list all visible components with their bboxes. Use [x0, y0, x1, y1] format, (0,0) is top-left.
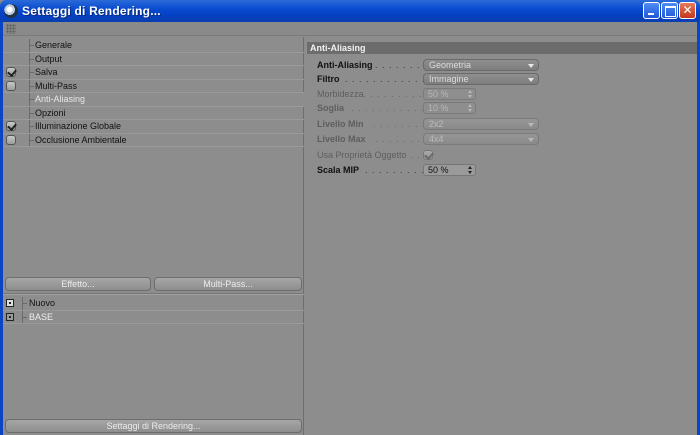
tree-connector [29, 126, 34, 127]
tree-connector [29, 99, 34, 100]
setting-icon[interactable] [6, 312, 14, 321]
dropdown-value: Immagine [429, 74, 469, 84]
nav-item-output[interactable]: Output [3, 52, 304, 66]
panel-divider[interactable] [3, 293, 304, 295]
livello-min-dropdown[interactable]: 2x2 [423, 118, 539, 130]
window-title: Settaggi di Rendering... [22, 4, 161, 18]
render-settings-nav: Generale Output Salva Multi-Pass Anti-Al… [3, 39, 304, 147]
field-value: 10 % [428, 103, 449, 113]
nav-item-anti-aliasing[interactable]: Anti-Aliasing [3, 93, 304, 107]
nav-item-multi-pass[interactable]: Multi-Pass [3, 79, 304, 93]
chevron-down-icon [528, 138, 534, 142]
settings-item-label: Nuovo [29, 298, 56, 308]
settings-item-nuovo[interactable]: Nuovo [3, 297, 304, 311]
prop-morbidezza: Morbidezza . . . . . . . . . . . . 50 % [317, 88, 697, 101]
prop-livello-min: Livello Min . . . . . . . . . . 2x2 [317, 118, 697, 131]
chevron-down-icon [528, 123, 534, 127]
spinner-arrows-icon[interactable] [468, 104, 473, 113]
nav-item-salva[interactable]: Salva [3, 66, 304, 80]
nav-item-label: Generale [35, 40, 73, 50]
usa-proprieta-oggetto-checkbox[interactable] [423, 150, 433, 160]
prop-label: Morbidezza [317, 89, 364, 99]
occlusione-ambientale-checkbox[interactable] [6, 134, 16, 145]
title-bar: Settaggi di Rendering... ✕ [0, 0, 700, 22]
nav-item-occlusione-ambientale[interactable]: Occlusione Ambientale [3, 133, 304, 147]
prop-usa-proprieta-oggetto: Usa Proprietà Oggetto . . . [317, 149, 697, 162]
nav-item-label: Opzioni [35, 107, 66, 118]
tree-connector [22, 303, 27, 304]
nav-item-label: Anti-Aliasing [35, 94, 86, 104]
soglia-field[interactable]: 10 % [423, 102, 476, 114]
prop-label: Soglia [317, 103, 345, 113]
spinner-arrows-icon[interactable] [468, 166, 473, 175]
tree-connector [29, 72, 34, 73]
dropdown-value: Geometria [429, 60, 472, 70]
left-panel: Generale Output Salva Multi-Pass Anti-Al… [3, 37, 304, 435]
prop-filtro: Filtro . . . . . . . . . . . . . . Immag… [317, 73, 697, 86]
field-value: 50 % [428, 89, 449, 99]
morbidezza-field[interactable]: 50 % [423, 88, 476, 100]
illuminazione-globale-checkbox[interactable] [6, 121, 16, 131]
settaggi-di-rendering-button[interactable]: Settaggi di Rendering... [5, 419, 302, 433]
maximize-icon [662, 3, 677, 18]
anti-aliasing-dropdown[interactable]: Geometria [423, 59, 539, 71]
chevron-down-icon [528, 78, 534, 82]
render-settings-list: Nuovo BASE [3, 297, 304, 324]
dropdown-value: 4x4 [429, 134, 444, 144]
chevron-down-icon [528, 64, 534, 68]
tree-connector [29, 139, 34, 141]
prop-label: Livello Min [317, 119, 364, 129]
spinner-arrows-icon[interactable] [468, 90, 473, 99]
close-button[interactable]: ✕ [679, 2, 696, 19]
prop-soglia: Soglia . . . . . . . . . . . . . . 10 % [317, 102, 697, 115]
nav-item-label: Multi-Pass [35, 80, 78, 91]
nav-item-label: Occlusione Ambientale [35, 134, 127, 145]
minimize-icon [644, 3, 659, 18]
prop-label: Anti-Aliasing [317, 60, 373, 70]
prop-anti-aliasing: Anti-Aliasing . . . . . . . . Geometria [317, 59, 697, 72]
nav-item-label: Salva [35, 67, 58, 77]
field-value: 50 % [428, 165, 449, 175]
tree-connector [29, 85, 34, 87]
active-setting-icon[interactable] [6, 299, 14, 307]
nav-item-label: Output [35, 53, 63, 64]
maximize-button[interactable] [661, 2, 678, 19]
nav-item-illuminazione-globale[interactable]: Illuminazione Globale [3, 120, 304, 134]
scala-mip-field[interactable]: 50 % [423, 164, 476, 176]
tree-connector [29, 45, 34, 46]
grip-icon[interactable] [6, 24, 16, 34]
prop-label: Livello Max [317, 134, 366, 144]
effetto-button[interactable]: Effetto... [5, 277, 151, 291]
tree-connector [29, 112, 34, 114]
salva-checkbox[interactable] [6, 67, 16, 77]
prop-label: Scala MIP [317, 165, 360, 175]
toolbar-strip [3, 22, 697, 36]
livello-max-dropdown[interactable]: 4x4 [423, 133, 539, 145]
dropdown-value: 2x2 [429, 119, 444, 129]
settings-item-label: BASE [29, 311, 54, 322]
section-header: Anti-Aliasing [307, 42, 697, 54]
multi-pass-button[interactable]: Multi-Pass... [154, 277, 302, 291]
prop-dots: . . . [403, 150, 421, 160]
nav-item-generale[interactable]: Generale [3, 39, 304, 53]
tree-connector [22, 316, 27, 318]
minimize-button[interactable] [643, 2, 660, 19]
filtro-dropdown[interactable]: Immagine [423, 73, 539, 85]
prop-scala-mip: Scala MIP . . . . . . . . . . . . 50 % [317, 164, 697, 177]
multi-pass-checkbox[interactable] [6, 80, 16, 91]
nav-item-label: Illuminazione Globale [35, 121, 122, 131]
nav-item-opzioni[interactable]: Opzioni [3, 106, 304, 120]
prop-livello-max: Livello Max . . . . . . . . . . 4x4 [317, 133, 697, 146]
settings-item-base[interactable]: BASE [3, 310, 304, 324]
prop-label: Filtro [317, 74, 340, 84]
prop-label: Usa Proprietà Oggetto [317, 150, 407, 160]
tree-connector [29, 58, 34, 60]
right-panel: Anti-Aliasing Anti-Aliasing . . . . . . … [305, 37, 697, 435]
prop-dots: . . . . . . . . [375, 60, 428, 70]
app-icon [4, 4, 18, 18]
close-icon: ✕ [682, 3, 693, 17]
